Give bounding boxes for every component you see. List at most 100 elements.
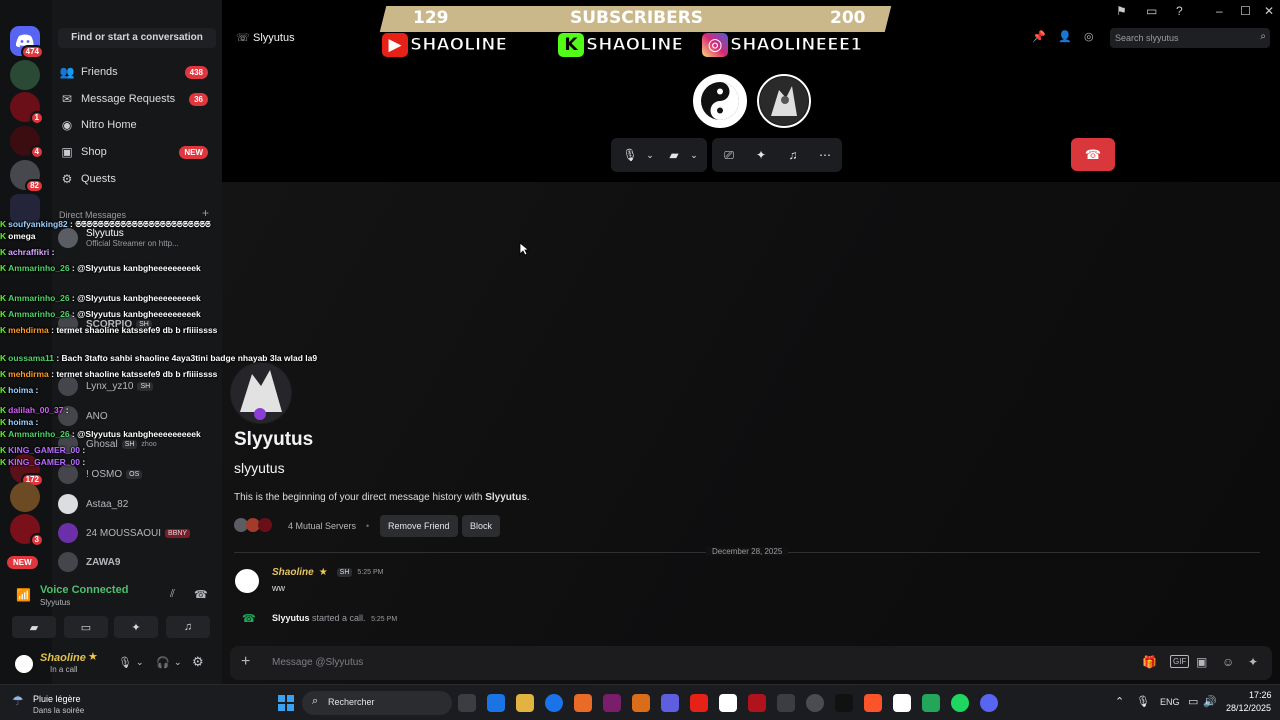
help-icon[interactable]: ? <box>1176 4 1183 18</box>
app-icon[interactable] <box>574 694 592 712</box>
tradingview-icon[interactable] <box>893 694 911 712</box>
user-profile-icon[interactable]: ◎ <box>1084 30 1094 43</box>
disconnect-icon[interactable]: ☎ <box>194 588 208 601</box>
more-options-icon[interactable]: ⋯ <box>810 141 840 169</box>
call-participant-avatar[interactable] <box>757 74 811 128</box>
chevron-down-icon[interactable]: ⌄ <box>136 657 144 668</box>
signal-icon: 📶 <box>16 588 31 602</box>
message-input[interactable]: Message @Slyyutus <box>272 657 363 668</box>
language-indicator[interactable]: ENG <box>1160 697 1180 707</box>
stream-chat-user: omega <box>8 231 36 241</box>
volume-icon[interactable]: 🔊 <box>1203 695 1217 708</box>
call-participant-avatar[interactable] <box>693 74 747 128</box>
dm-item[interactable]: Astaa_82 <box>58 490 218 518</box>
soundboard-button[interactable]: ♫ <box>166 616 210 638</box>
discord-taskbar-icon[interactable] <box>980 694 998 712</box>
server-icon[interactable]: 3 <box>10 514 44 547</box>
camera-toggle-button[interactable]: ▰ <box>12 616 56 638</box>
dm-item[interactable]: 24 MOUSSAOUI BBNY <box>58 519 218 547</box>
emoji-icon[interactable]: ☺ <box>1222 655 1234 669</box>
separator-dot: • <box>366 521 370 531</box>
message-avatar[interactable] <box>232 566 262 596</box>
clock-time[interactable]: 17:26 <box>1249 690 1272 700</box>
spotify-icon[interactable] <box>951 694 969 712</box>
upload-plus-icon[interactable]: + <box>241 653 250 671</box>
file-explorer-icon[interactable] <box>516 694 534 712</box>
soundboard-button[interactable]: ♫ <box>778 141 808 169</box>
screen-share-button[interactable]: ⎚ <box>714 141 744 169</box>
block-button[interactable]: Block <box>462 515 501 537</box>
sticker-icon[interactable]: ▣ <box>1196 655 1207 669</box>
chrome-icon[interactable] <box>545 694 563 712</box>
minimize-icon[interactable]: – <box>1216 4 1223 18</box>
sidebar-item-friends[interactable]: 👥 Friends 438 <box>56 60 218 84</box>
app-icon[interactable] <box>603 694 621 712</box>
stream-chat-line: K Ammarinho_26 : @Slyyutus kanbgheeeeeeee… <box>0 293 201 303</box>
stream-chat-user: soufyanking82 <box>8 219 68 229</box>
settings-gear-icon[interactable]: ⚙ <box>192 654 204 670</box>
stream-chat-text: : <box>63 405 69 415</box>
remove-friend-button[interactable]: Remove Friend <box>380 515 458 537</box>
copilot-icon[interactable] <box>487 694 505 712</box>
server-icon[interactable]: 1 <box>10 92 44 125</box>
mutual-server-icons <box>234 518 280 534</box>
dm-item[interactable]: ZAWA9 <box>58 548 218 576</box>
camera-options-chevron-icon[interactable]: ⌄ <box>679 141 709 169</box>
create-dm-icon[interactable]: + <box>202 206 209 220</box>
sidebar-item-nitro-home[interactable]: ◉ Nitro Home <box>56 113 218 137</box>
clock-date[interactable]: 28/12/2025 <box>1226 703 1271 713</box>
server-icon[interactable]: 4 <box>10 126 44 159</box>
sidebar-item-shop[interactable]: ▣ Shop NEW <box>56 140 218 164</box>
app-icon[interactable] <box>632 694 650 712</box>
app-icon[interactable] <box>835 694 853 712</box>
message-author[interactable]: Shaoline <box>272 567 314 578</box>
headphones-icon[interactable]: 🎧 <box>156 656 170 669</box>
mutual-servers-link[interactable]: 4 Mutual Servers <box>288 521 356 531</box>
maximize-icon[interactable]: ☐ <box>1240 4 1251 18</box>
stream-chat-text: : <box>33 417 39 427</box>
youtube-icon[interactable] <box>690 694 708 712</box>
apps-icon[interactable]: ✦ <box>1248 655 1258 669</box>
activities-button[interactable]: ✦ <box>114 616 158 638</box>
chevron-up-icon[interactable]: ⌃ <box>1115 695 1124 708</box>
stream-chat-line: Kachraffikri : <box>0 247 54 257</box>
kick-badge-icon: K <box>0 445 7 455</box>
network-icon[interactable]: ▭ <box>1188 695 1198 708</box>
server-icon[interactable]: 82 <box>10 160 44 193</box>
app-icon[interactable] <box>719 694 737 712</box>
pin-icon[interactable]: 📌 <box>1032 30 1046 43</box>
server-icon[interactable] <box>10 482 40 512</box>
hang-up-button[interactable]: ☎ <box>1071 138 1115 171</box>
avatar[interactable] <box>12 652 36 676</box>
noise-suppression-icon[interactable]: ⫽ <box>170 588 175 601</box>
app-icon[interactable] <box>748 694 766 712</box>
intro-name: Slyyutus <box>485 492 527 503</box>
search-input[interactable]: Search slyyutus ⌕ <box>1110 28 1270 48</box>
screen-share-button[interactable]: ▭ <box>64 616 108 638</box>
gif-icon[interactable]: GIF <box>1170 655 1190 668</box>
monitor-icon[interactable]: ▭ <box>1146 4 1157 18</box>
close-icon[interactable]: ✕ <box>1264 4 1274 18</box>
inbox-flag-icon[interactable]: ⚑ <box>1116 4 1127 18</box>
sidebar-item-quests[interactable]: ⚙ Quests <box>56 167 218 191</box>
app-icon[interactable] <box>922 694 940 712</box>
add-friend-icon[interactable]: 👤 <box>1058 30 1072 43</box>
search-icon: ⌕ <box>312 695 319 707</box>
gift-icon[interactable]: 🎁 <box>1142 655 1157 669</box>
find-conversation-button[interactable]: Find or start a conversation <box>58 28 216 48</box>
windows-start-icon[interactable] <box>278 695 294 711</box>
teams-icon[interactable] <box>661 694 679 712</box>
sidebar-item-message-requests[interactable]: ✉ Message Requests 36 <box>56 87 218 111</box>
server-icon[interactable] <box>10 60 40 90</box>
discord-home-button[interactable]: 474 <box>10 26 44 59</box>
task-view-icon[interactable] <box>458 694 476 712</box>
mic-tray-icon[interactable]: 🎙 <box>1136 695 1150 708</box>
system-author[interactable]: Slyyutus <box>272 613 310 623</box>
app-icon[interactable] <box>777 694 795 712</box>
taskbar-search[interactable]: ⌕ Rechercher <box>302 691 452 715</box>
mic-icon[interactable]: 🎙 <box>118 656 132 669</box>
chevron-down-icon[interactable]: ⌄ <box>174 657 182 668</box>
activities-button[interactable]: ✦ <box>746 141 776 169</box>
brave-icon[interactable] <box>864 694 882 712</box>
app-icon[interactable] <box>806 694 824 712</box>
